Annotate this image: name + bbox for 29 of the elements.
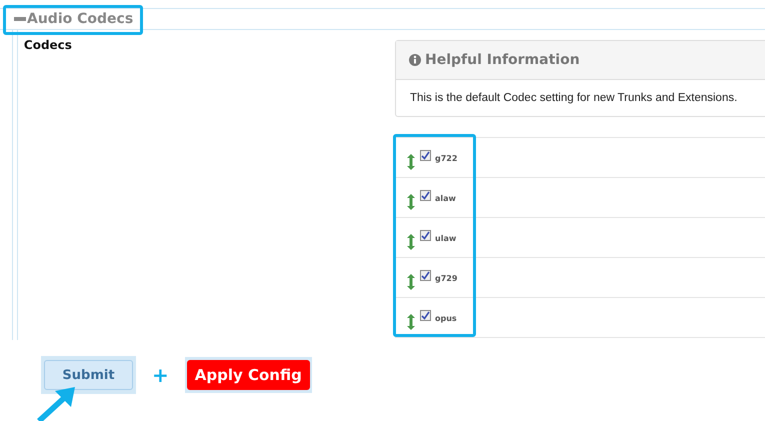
- pointer-arrow: [35, 385, 77, 421]
- submit-button[interactable]: Submit: [44, 360, 133, 390]
- drag-handle-icon[interactable]: [407, 154, 415, 170]
- check-icon: [421, 151, 430, 160]
- codec-label: alaw: [435, 194, 456, 203]
- help-text: This is the default Codec setting for new Trunks and Extensions.: [409, 91, 738, 106]
- checkbox[interactable]: [420, 190, 431, 201]
- help-title: Helpful Information: [425, 52, 580, 68]
- check-icon: [421, 271, 430, 280]
- plus-sign: +: [152, 363, 169, 387]
- apply-config-button[interactable]: Apply Config: [186, 360, 310, 390]
- checkbox[interactable]: [420, 230, 431, 241]
- check-icon: [421, 231, 430, 240]
- checkbox[interactable]: [420, 150, 431, 161]
- field-label: Codecs: [24, 38, 73, 52]
- drag-handle-icon[interactable]: [407, 234, 415, 250]
- check-icon: [421, 191, 430, 200]
- section-title[interactable]: Audio Codecs: [27, 11, 134, 27]
- codec-label: ulaw: [435, 234, 456, 243]
- drag-handle-icon[interactable]: [407, 314, 415, 330]
- codec-label: g722: [435, 154, 458, 163]
- check-icon: [421, 311, 430, 320]
- checkbox[interactable]: [420, 270, 431, 281]
- checkbox[interactable]: [420, 310, 431, 321]
- codec-label: opus: [435, 314, 457, 323]
- drag-handle-icon[interactable]: [407, 194, 415, 210]
- codec-label: g729: [435, 274, 458, 283]
- drag-handle-icon[interactable]: [407, 274, 415, 290]
- info-icon: [409, 54, 421, 66]
